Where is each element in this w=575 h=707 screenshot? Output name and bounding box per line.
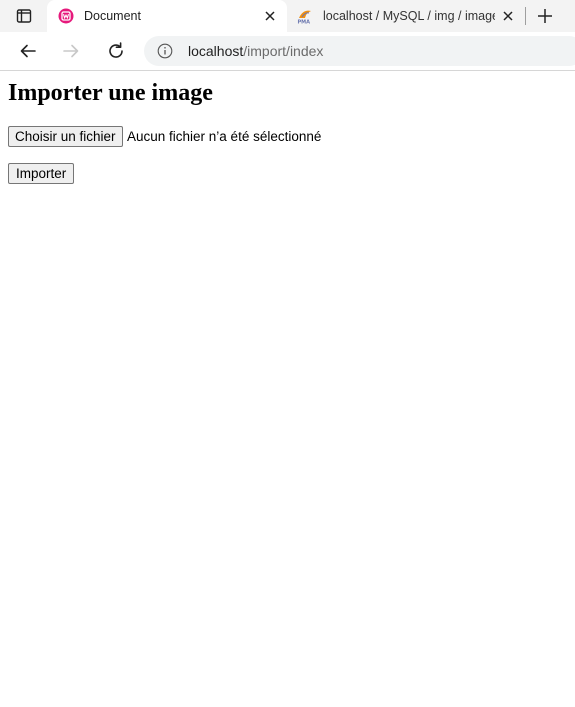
import-button[interactable]: Importer [8,163,75,184]
file-status-text: Aucun fichier n’a été sélectionné [127,129,322,144]
svg-text:PMA: PMA [298,20,311,25]
forward-icon [63,44,79,58]
url-path: /import/index [243,43,324,59]
tab-separator [525,7,526,25]
tab-actions-button[interactable] [8,6,40,26]
tab-document[interactable]: Document [47,0,287,32]
url-host: localhost [188,43,244,59]
info-icon[interactable] [157,43,173,59]
choose-file-button[interactable]: Choisir un fichier [8,126,123,147]
close-icon[interactable] [263,9,277,23]
address-url[interactable]: localhost/import/index [188,43,323,59]
wamp-icon [58,8,74,24]
page-content: Importer une image Choisir un fichier Au… [0,71,575,707]
address-bar[interactable]: localhost/import/index [144,36,575,66]
tab-title: Document [84,9,141,23]
refresh-icon[interactable] [106,41,126,61]
phpmyadmin-icon: PMA [298,10,311,25]
tab-actions-icon [16,9,32,23]
back-icon[interactable] [18,41,38,61]
page-title: Importer une image [8,80,213,106]
tab-phpmyadmin[interactable]: PMA localhost / MySQL / img / image [287,0,525,32]
close-icon[interactable] [501,9,515,23]
new-tab-icon[interactable] [535,6,555,26]
navigation-bar: localhost/import/index [0,32,575,71]
tab-strip: Document PMA localhost / MySQL / img / i… [0,0,575,32]
tab-title: localhost / MySQL / img / image [323,9,495,23]
